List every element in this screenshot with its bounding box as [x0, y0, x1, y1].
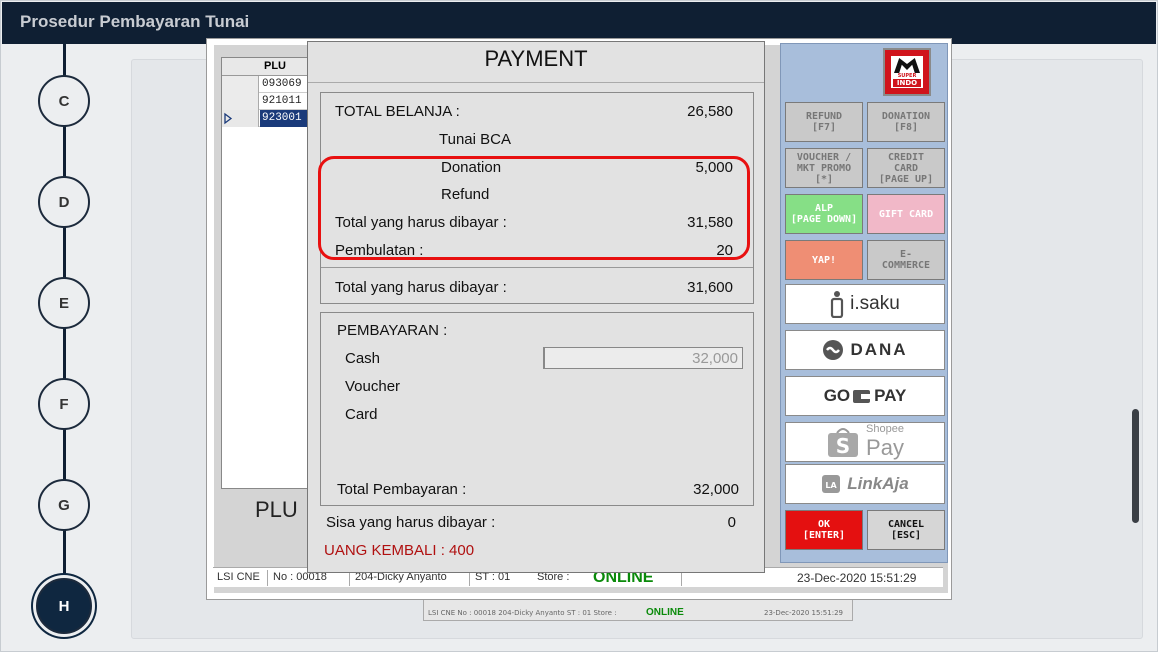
isaku-icon	[831, 291, 844, 318]
plu-cell: 923001	[260, 110, 308, 127]
total-belanja-value: 26,580	[687, 103, 733, 120]
dana-button[interactable]: DANA	[785, 330, 945, 370]
gopay-go-label: GO	[823, 386, 851, 405]
row-gutter	[222, 93, 259, 110]
linkaja-button[interactable]: LA LinkAja	[785, 464, 945, 504]
uang-kembali: UANG KEMBALI : 400	[324, 542, 475, 559]
scrollbar-thumb[interactable]	[1132, 409, 1139, 523]
plu-table: PLU 093069 921011 923001	[221, 57, 309, 489]
step-f[interactable]: F	[38, 378, 90, 430]
credit-card-button[interactable]: CREDIT CARD [PAGE UP]	[867, 148, 945, 188]
gopay-wallet-icon	[853, 390, 871, 403]
row-gutter	[222, 76, 259, 93]
linkaja-label: LinkAja	[847, 474, 909, 493]
summary-divider	[321, 267, 753, 268]
payment-dialog: PAYMENT TOTAL BELANJA : 26,580 Tunai BCA…	[307, 41, 765, 573]
linkaja-icon: LA	[822, 475, 841, 493]
highlight-annotation	[318, 156, 750, 260]
shopee-pay-label: Pay	[866, 435, 904, 460]
isaku-label: i.saku	[850, 293, 900, 314]
sisa-label: Sisa yang harus dibayar :	[326, 514, 496, 531]
gopay-button[interactable]: GO PAY	[785, 376, 945, 416]
dana-label: DANA	[850, 340, 908, 359]
svg-text:S: S	[836, 434, 850, 458]
cash-label: Cash	[345, 350, 381, 367]
ecommerce-button[interactable]: E- COMMERCE	[867, 240, 945, 280]
voucher-label: Voucher	[345, 378, 401, 395]
total-belanja-label: TOTAL BELANJA :	[335, 103, 460, 120]
total-harus-dibayar-final-value: 31,600	[687, 279, 733, 296]
title-divider	[308, 82, 764, 83]
table-row-selected[interactable]: 923001	[222, 110, 308, 127]
shopee-bag-icon: S	[828, 428, 859, 458]
alp-button[interactable]: ALP [PAGE DOWN]	[785, 194, 863, 234]
row-gutter	[222, 110, 259, 127]
gift-card-button[interactable]: GIFT CARD	[867, 194, 945, 234]
card-label: Card	[345, 406, 378, 423]
step-e[interactable]: E	[38, 277, 90, 329]
cash-input[interactable]: 32,000	[543, 347, 743, 369]
ok-button[interactable]: OK [ENTER]	[785, 510, 863, 550]
yap-button[interactable]: YAP!	[785, 240, 863, 280]
plu-big-label: PLU	[255, 497, 298, 522]
step-d[interactable]: D	[38, 176, 90, 228]
pembayaran-label: PEMBAYARAN :	[337, 322, 448, 339]
table-row[interactable]: 093069	[222, 76, 308, 93]
ghost-online: ONLINE	[646, 607, 684, 618]
background-status-strip: LSI CNE No : 00018 204-Dicky Anyanto ST …	[423, 599, 853, 621]
pembayaran-box: PEMBAYARAN : Cash 32,000 Voucher Card To…	[320, 312, 754, 506]
step-g[interactable]: G	[38, 479, 90, 531]
table-row[interactable]: 921011	[222, 93, 308, 110]
total-pembayaran-value: 32,000	[693, 481, 739, 498]
isaku-button[interactable]: i.saku	[785, 284, 945, 324]
store-code: LSI CNE	[217, 571, 260, 583]
datetime: 23-Dec-2020 15:51:29	[797, 571, 917, 585]
shopee-small-label: Shopee	[866, 423, 904, 435]
svg-text:LA: LA	[826, 481, 838, 490]
plu-cell: 921011	[262, 95, 302, 107]
plu-table-header: PLU	[222, 58, 308, 76]
plu-cell: 093069	[262, 78, 302, 90]
total-pembayaran-label: Total Pembayaran :	[337, 481, 467, 498]
cancel-button[interactable]: CANCEL [ESC]	[867, 510, 945, 550]
logo-indo-text: INDO	[893, 79, 921, 87]
shopeepay-button[interactable]: S Shopee Pay	[785, 422, 945, 462]
slide-title: Prosedur Pembayaran Tunai	[20, 12, 250, 31]
total-harus-dibayar-final-label: Total yang harus dibayar :	[335, 279, 507, 296]
voucher-promo-button[interactable]: VOUCHER / MKT PROMO [*]	[785, 148, 863, 188]
refund-button[interactable]: REFUND [F7]	[785, 102, 863, 142]
dana-icon	[823, 340, 844, 360]
step-c[interactable]: C	[38, 75, 90, 127]
ghost-status-text: LSI CNE No : 00018 204-Dicky Anyanto ST …	[428, 609, 617, 617]
payment-method-panel: SUPER INDO REFUND [F7] DONATION [F8] VOU…	[780, 43, 948, 563]
pos-screenshot: PLU 093069 921011 923001 PLU LSI CNE No …	[206, 38, 952, 600]
sisa-value: 0	[727, 514, 736, 531]
ghost-datetime: 23-Dec-2020 15:51:29	[764, 609, 843, 617]
superindo-logo: SUPER INDO	[883, 48, 931, 96]
row-pointer-icon	[224, 112, 233, 125]
payment-title: PAYMENT	[484, 46, 588, 71]
gopay-pay-label: PAY	[874, 386, 907, 405]
donation-button[interactable]: DONATION [F8]	[867, 102, 945, 142]
tunai-bca-label: Tunai BCA	[439, 131, 511, 148]
step-h[interactable]: H	[36, 578, 92, 634]
logo-mark-icon	[894, 58, 920, 73]
plu-column-header: PLU	[264, 60, 286, 72]
